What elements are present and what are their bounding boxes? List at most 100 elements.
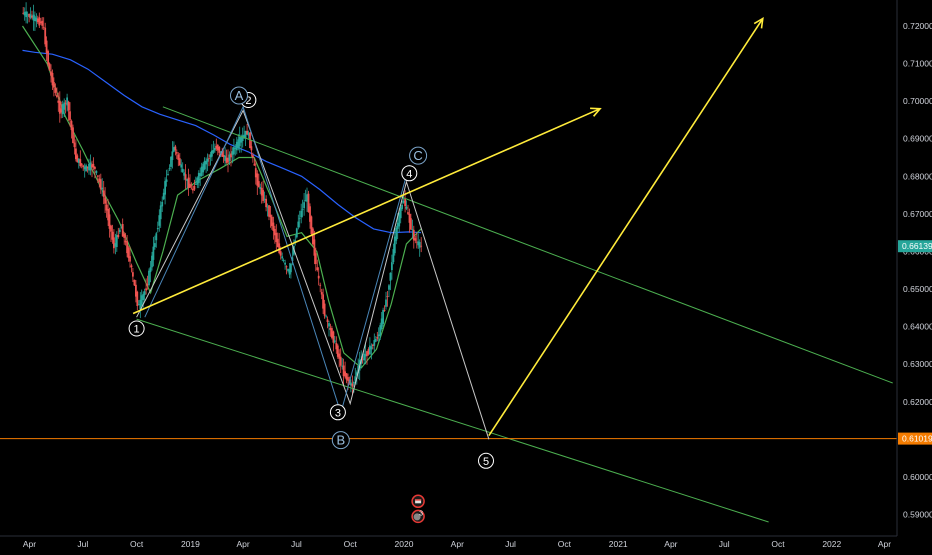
candle-body-2019-11-15	[376, 337, 379, 339]
time-tick-label: Apr	[23, 539, 36, 549]
candle-body-2018-10-21	[148, 270, 150, 286]
candle-body-2020-01-26	[418, 242, 421, 248]
wave-label-text-5: 5	[483, 456, 489, 468]
candle-body-2018-10-01	[136, 291, 139, 306]
candle-body-2019-12-27	[401, 205, 403, 209]
candle-body-2020-01-01	[404, 198, 406, 207]
candle-body-2020-01-29	[420, 245, 423, 247]
time-tick-label: 2021	[609, 539, 628, 549]
candle-body-2019-08-17	[323, 303, 326, 316]
candle-body-2018-09-18	[129, 256, 131, 262]
price-chart[interactable]: 12345ABC 3 0.720000.710000.700000.690000…	[0, 0, 932, 550]
candle-body-2019-09-13	[339, 356, 342, 366]
candle-body-2019-01-29	[206, 158, 209, 162]
wave-label-text-3: 3	[335, 407, 341, 419]
candle-body-2019-09-03	[333, 340, 336, 343]
candle-body-2018-05-16	[56, 95, 58, 97]
candle-body-2019-04-19	[253, 163, 256, 166]
candle-body-2019-06-03	[279, 251, 282, 256]
time-tick-label: Jul	[77, 539, 88, 549]
wave-label-5[interactable]: 5	[478, 452, 494, 469]
candle-body-2019-08-12	[320, 292, 323, 295]
candle-body-2019-08-02	[314, 253, 317, 264]
candle-body-2018-08-02	[101, 187, 104, 190]
candle-body-2019-07-05	[298, 218, 301, 220]
candle-body-2018-07-20	[94, 166, 96, 169]
candle-body-2020-01-11	[410, 218, 412, 230]
wave-label-1[interactable]: 1	[128, 320, 145, 337]
price-label-text-2: 0.61019	[902, 434, 932, 444]
wave-label-A[interactable]: A	[230, 86, 248, 105]
candle-body-2019-12-07	[389, 272, 392, 281]
time-tick-label: Apr	[664, 539, 677, 549]
chart-background	[0, 0, 932, 550]
candle-body-2018-11-10	[159, 205, 162, 220]
candle-body-2018-12-05	[174, 146, 177, 151]
candle-body-2018-06-28	[80, 163, 83, 166]
chart-area[interactable]: 12345ABC 3 0.72000 0.71000 0.70000 0.69000 0…	[0, 0, 932, 550]
candle-body-2019-12-17	[395, 227, 398, 241]
candle-body-2019-04-16	[252, 155, 254, 158]
candle-body-2018-11-25	[168, 168, 171, 169]
price-tick-label: 0.67000	[903, 209, 932, 219]
candle-body-2019-06-10	[284, 262, 286, 265]
candle-body-2018-06-13	[72, 127, 74, 144]
candle-body-2018-04-21	[41, 20, 44, 26]
candle-body-2018-08-07	[104, 197, 106, 204]
candle-body-2018-12-17	[181, 168, 184, 172]
candle-body-2019-08-09	[319, 284, 322, 286]
wave-label-C[interactable]: C	[409, 146, 428, 165]
price-tick-label: 0.64000	[903, 322, 932, 332]
economic-event-flag[interactable]	[411, 494, 425, 509]
time-tick-label: 2019	[181, 539, 200, 549]
candle-body-2019-11-12	[374, 339, 377, 342]
candle-body-2018-10-31	[154, 243, 156, 247]
price-tick-label: 0.72000	[903, 21, 932, 31]
candle-body-2018-11-30	[171, 151, 174, 160]
candle-body-2020-01-19	[414, 238, 417, 241]
candle-body-2019-08-24	[328, 323, 330, 327]
candle-body-2018-10-16	[145, 288, 147, 291]
candle-body-2018-11-20	[165, 179, 168, 182]
time-tick-label: Oct	[558, 539, 572, 549]
candle-body-2019-02-08	[212, 150, 215, 153]
candle-body-2019-12-05	[388, 285, 390, 290]
candle-body-2019-06-05	[281, 256, 284, 259]
candle-body-2018-12-22	[184, 174, 187, 180]
wave-label-4[interactable]: 4	[401, 165, 418, 182]
candle-body-2019-12-02	[386, 296, 389, 297]
candle-body-2018-08-29	[117, 234, 120, 237]
time-tick-label: Jul	[291, 539, 302, 549]
candle-body-2018-12-30	[189, 183, 191, 188]
price-tick-label: 0.63000	[903, 359, 932, 369]
wave-label-text-A: A	[235, 88, 244, 103]
wave-label-B[interactable]: B	[331, 431, 350, 450]
time-tick-label: Jul	[505, 539, 516, 549]
candle-body-2019-05-09	[265, 198, 267, 208]
price-tick-label: 0.60000	[903, 472, 932, 482]
flag-icon-stripe	[415, 499, 422, 501]
price-tick-label: 0.69000	[903, 134, 932, 144]
price-axis-background[interactable]	[897, 0, 932, 536]
candle-body-2019-06-08	[282, 260, 285, 261]
candle-body-2019-08-07	[317, 275, 320, 279]
candle-body-2019-10-03	[351, 383, 354, 387]
badge-count: 3	[419, 510, 423, 517]
price-tick-label: 0.65000	[903, 284, 932, 294]
time-tick-label: Jul	[719, 539, 730, 549]
time-tick-label: Oct	[130, 539, 144, 549]
candle-body-2018-09-26	[133, 279, 136, 286]
candle-body-2018-07-23	[95, 170, 98, 174]
candle-body-2018-11-12	[161, 201, 164, 207]
candle-body-2018-06-05	[67, 101, 70, 111]
candle-body-2018-12-12	[178, 158, 181, 165]
wave-label-text-4: 4	[406, 168, 412, 180]
candle-body-2019-01-31	[208, 157, 210, 159]
wave-label-text-C: C	[413, 148, 422, 163]
candle-body-2019-10-06	[353, 382, 355, 384]
candle-body-2019-11-27	[383, 310, 386, 311]
candle-body-2019-08-04	[316, 267, 319, 270]
dividend-event-badge[interactable]: 3	[411, 509, 425, 524]
time-tick-label: Apr	[236, 539, 249, 549]
wave-label-3[interactable]: 3	[329, 404, 346, 421]
